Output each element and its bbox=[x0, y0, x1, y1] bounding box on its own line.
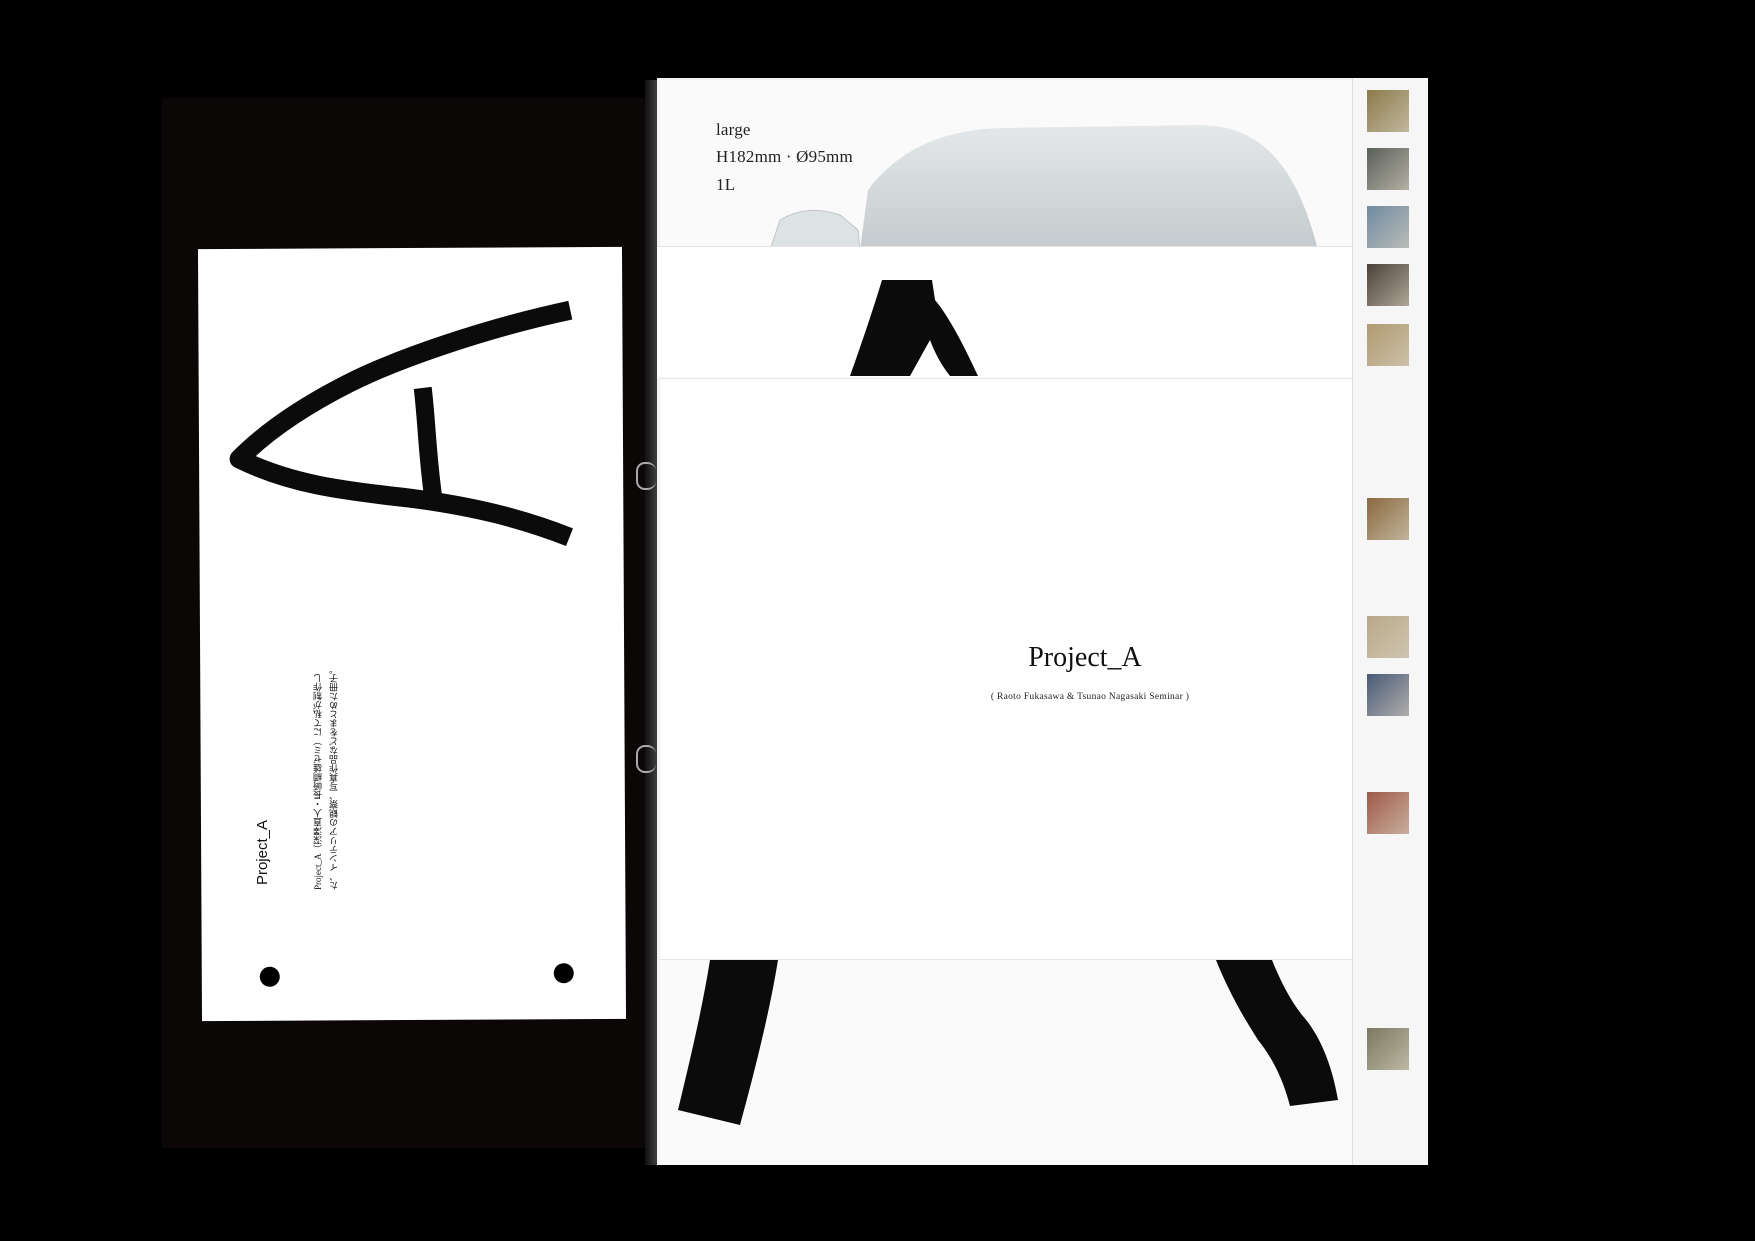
thumbnail-2 bbox=[1367, 148, 1409, 190]
thumbnail-8 bbox=[1367, 674, 1409, 716]
thumbnail-6 bbox=[1367, 498, 1409, 540]
binding-clip-bottom bbox=[636, 745, 656, 773]
thumbnail-4 bbox=[1367, 264, 1409, 306]
spec-volume: 1L bbox=[716, 175, 736, 194]
bottle-image bbox=[769, 125, 1318, 250]
project-card bbox=[197, 246, 627, 1022]
letter-a-fragment-bottom-left bbox=[678, 960, 778, 1125]
thumbnail-9 bbox=[1367, 792, 1409, 834]
thumbnail-7 bbox=[1367, 616, 1409, 658]
punch-hole-left bbox=[259, 966, 280, 987]
thumbnail-5 bbox=[1367, 324, 1409, 366]
thumbnail-1 bbox=[1367, 90, 1409, 132]
letter-a-mark bbox=[229, 300, 573, 547]
card-description: Project_A（深澤直人・長崎綱雄ゼミ）にて私が制作した、インテリアの観察、… bbox=[313, 665, 339, 890]
foldout-top-flap bbox=[657, 246, 1352, 377]
thumbnail-3 bbox=[1367, 206, 1409, 248]
cover-subtitle: ( Raoto Fukasawa & Tsunao Nagasaki Semin… bbox=[990, 692, 1190, 702]
spec-size: large bbox=[716, 120, 751, 139]
spec-dimensions: H182mm · Ø95mm bbox=[716, 147, 853, 166]
thumbnail-10 bbox=[1367, 1028, 1409, 1070]
letter-a-fragment-bottom-right bbox=[1216, 960, 1338, 1106]
card-title: Project_A bbox=[254, 820, 271, 886]
letter-a-fragment-top bbox=[850, 280, 978, 376]
cover-title: Project_A bbox=[1028, 642, 1142, 673]
punch-hole-right bbox=[553, 963, 574, 984]
binding-clip-top bbox=[636, 462, 656, 490]
